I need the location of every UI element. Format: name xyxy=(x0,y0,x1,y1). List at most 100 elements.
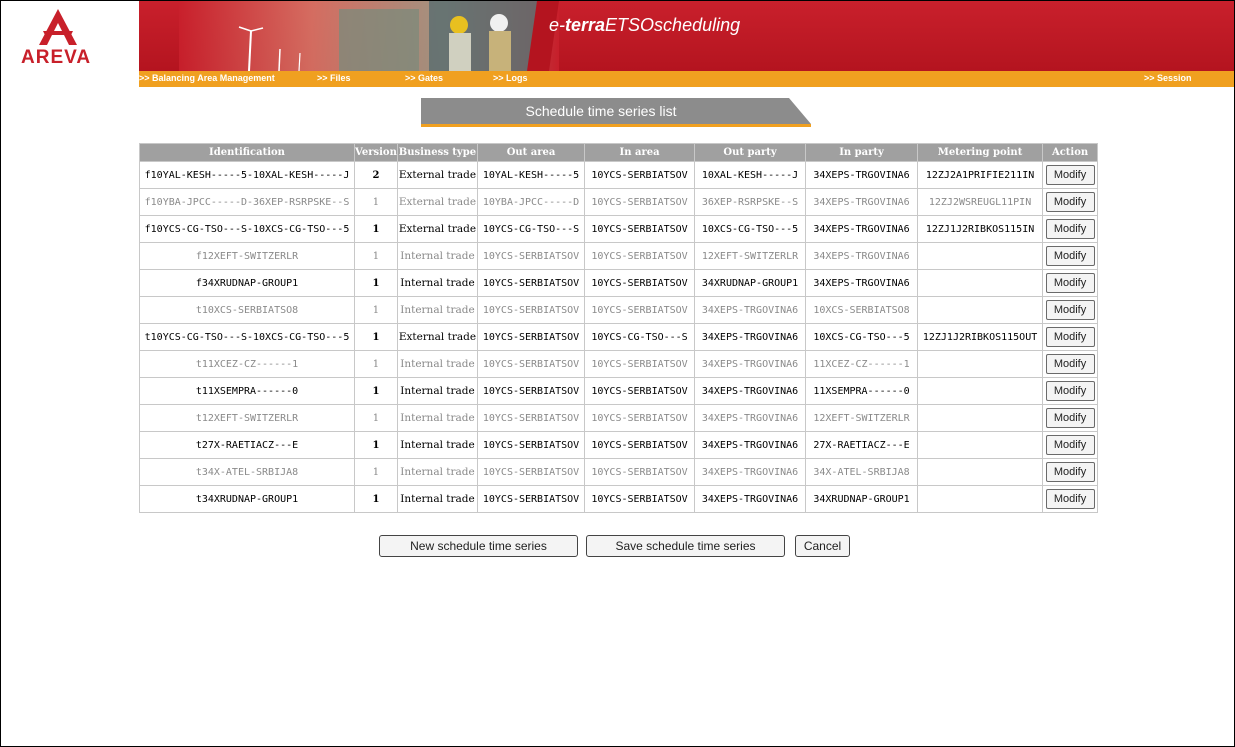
cell-identification: t34XRUDNAP-GROUP1 xyxy=(139,485,355,513)
cell-in-party: 34XEPS-TRGOVINA6 xyxy=(805,242,919,270)
cell-action: Modify xyxy=(1042,458,1099,486)
cell-out-party: 34XEPS-TRGOVINA6 xyxy=(694,377,807,405)
cell-out-party: 12XEFT-SWITZERLR xyxy=(694,242,807,270)
cell-in-party: 34XEPS-TRGOVINA6 xyxy=(805,215,919,243)
cell-out-area: 10YAL-KESH-----5 xyxy=(477,161,586,189)
cell-out-party: 36XEP-RSRPSKE--S xyxy=(694,188,807,216)
page-title: Schedule time series list xyxy=(525,103,677,119)
cell-out-party: 34XEPS-TRGOVINA6 xyxy=(694,485,807,513)
modify-button[interactable]: Modify xyxy=(1045,489,1095,509)
modify-button[interactable]: Modify xyxy=(1045,435,1095,455)
col-metering-point[interactable]: Metering point xyxy=(917,143,1044,162)
cell-metering-point xyxy=(917,242,1044,270)
cell-version: 1 xyxy=(354,215,398,243)
table-row[interactable]: t27X-RAETIACZ---E 1 Internal trade 10YCS-SE… xyxy=(139,431,1099,459)
cell-in-area: 10YCS-CG-TSO---S xyxy=(584,323,696,351)
cell-business-type: Internal trade xyxy=(396,404,479,432)
cell-in-area: 10YCS-SERBIATSOV xyxy=(584,161,696,189)
cell-identification: f10YAL-KESH-----5-10XAL-KESH-----J xyxy=(139,161,355,189)
cell-identification: f12XEFT-SWITZERLR xyxy=(139,242,355,270)
cell-identification: t12XEFT-SWITZERLR xyxy=(139,404,355,432)
modify-button[interactable]: Modify xyxy=(1045,273,1095,293)
areva-logo-icon xyxy=(39,9,77,45)
table-row[interactable]: t34X-ATEL-SRBIJA8 1 Internal trade 10YCS-SE… xyxy=(139,458,1099,486)
cell-version: 1 xyxy=(354,377,398,405)
save-schedule-button[interactable]: Save schedule time series xyxy=(586,535,785,557)
table-row[interactable]: t34XRUDNAP-GROUP1 1 Internal trade 10YCS-SE… xyxy=(139,485,1099,513)
table-row[interactable]: f10YCS-CG-TSO---S-10XCS-CG-TSO---5 1 Exter… xyxy=(139,215,1099,243)
cell-out-party: 34XEPS-TRGOVINA6 xyxy=(694,323,807,351)
cell-out-area: 10YCS-SERBIATSOV xyxy=(477,431,586,459)
cell-metering-point xyxy=(917,404,1044,432)
table-row[interactable]: t11XSEMPRA------0 1 Internal trade 10YCS-SE… xyxy=(139,377,1099,405)
col-out-party[interactable]: Out party xyxy=(694,143,807,162)
cell-in-area: 10YCS-SERBIATSOV xyxy=(584,188,696,216)
table-row[interactable]: f34XRUDNAP-GROUP1 1 Internal trade 10YCS-SE… xyxy=(139,269,1099,297)
table-row[interactable]: t10XCS-SERBIATSO8 1 Internal trade 10YCS-SE… xyxy=(139,296,1099,324)
cell-business-type: Internal trade xyxy=(396,350,479,378)
nav-logs[interactable]: >> Logs xyxy=(493,73,528,83)
col-version[interactable]: Version xyxy=(354,143,398,162)
nav-gates[interactable]: >> Gates xyxy=(405,73,443,83)
cell-in-area: 10YCS-SERBIATSOV xyxy=(584,296,696,324)
cell-out-area: 10YCS-SERBIATSOV xyxy=(477,404,586,432)
modify-button[interactable]: Modify xyxy=(1045,354,1095,374)
cell-version: 1 xyxy=(354,188,398,216)
modify-button[interactable]: Modify xyxy=(1045,192,1095,212)
cell-action: Modify xyxy=(1042,377,1099,405)
modify-button[interactable]: Modify xyxy=(1045,300,1095,320)
cell-action: Modify xyxy=(1042,215,1099,243)
cell-identification: t11XCEZ-CZ------1 xyxy=(139,350,355,378)
table-row[interactable]: f10YAL-KESH-----5-10XAL-KESH-----J 2 Exter… xyxy=(139,161,1099,189)
cell-business-type: Internal trade xyxy=(396,296,479,324)
cell-version: 1 xyxy=(354,296,398,324)
new-schedule-button[interactable]: New schedule time series xyxy=(379,535,578,557)
cell-in-party: 34XEPS-TRGOVINA6 xyxy=(805,269,919,297)
modify-button[interactable]: Modify xyxy=(1045,246,1095,266)
cell-metering-point xyxy=(917,458,1044,486)
cell-version: 1 xyxy=(354,485,398,513)
cell-business-type: Internal trade xyxy=(396,269,479,297)
cell-in-party: 34XEPS-TRGOVINA6 xyxy=(805,161,919,189)
cell-out-area: 10YCS-SERBIATSOV xyxy=(477,242,586,270)
cell-in-area: 10YCS-SERBIATSOV xyxy=(584,485,696,513)
banner-photo-icon xyxy=(179,1,559,71)
cell-in-party: 10XCS-CG-TSO---5 xyxy=(805,323,919,351)
table-row[interactable]: t10YCS-CG-TSO---S-10XCS-CG-TSO---5 1 Exter… xyxy=(139,323,1099,351)
app-brand: e-terraETSOscheduling xyxy=(549,15,741,35)
col-out-area[interactable]: Out area xyxy=(477,143,586,162)
table-row[interactable]: f12XEFT-SWITZERLR 1 Internal trade 10YCS-SE… xyxy=(139,242,1099,270)
modify-button[interactable]: Modify xyxy=(1045,327,1095,347)
modify-button[interactable]: Modify xyxy=(1045,219,1095,239)
table-header-row: Identification Version Business type Out… xyxy=(139,143,1099,162)
cell-version: 1 xyxy=(354,242,398,270)
cell-version: 1 xyxy=(354,323,398,351)
app-window: AREVA e-terraETSOscheduling >> Balancing… xyxy=(0,0,1235,747)
col-identification[interactable]: Identification xyxy=(139,143,355,162)
table-row[interactable]: f10YBA-JPCC-----D-36XEP-RSRPSKE--S 1 Exter… xyxy=(139,188,1099,216)
col-action: Action xyxy=(1042,143,1099,162)
cell-metering-point: 12ZJ1J2RIBKOS115IN xyxy=(917,215,1044,243)
nav-files[interactable]: >> Files xyxy=(317,73,351,83)
nav-session[interactable]: >> Session xyxy=(1144,73,1192,83)
table-row[interactable]: t11XCEZ-CZ------1 1 Internal trade 10YCS-SE… xyxy=(139,350,1099,378)
cell-out-area: 10YCS-SERBIATSOV xyxy=(477,485,586,513)
cell-out-party: 34XRUDNAP-GROUP1 xyxy=(694,269,807,297)
modify-button[interactable]: Modify xyxy=(1045,165,1095,185)
cell-out-area: 10YCS-SERBIATSOV xyxy=(477,296,586,324)
cell-version: 2 xyxy=(354,161,398,189)
nav-balancing-area-management[interactable]: >> Balancing Area Management xyxy=(139,73,275,83)
col-in-party[interactable]: In party xyxy=(805,143,919,162)
modify-button[interactable]: Modify xyxy=(1045,462,1095,482)
cell-out-area: 10YCS-SERBIATSOV xyxy=(477,458,586,486)
cancel-button[interactable]: Cancel xyxy=(795,535,850,557)
table-body: f10YAL-KESH-----5-10XAL-KESH-----J 2 Exter… xyxy=(139,161,1099,513)
col-in-area[interactable]: In area xyxy=(584,143,696,162)
table-row[interactable]: t12XEFT-SWITZERLR 1 Internal trade 10YCS-SE… xyxy=(139,404,1099,432)
cell-action: Modify xyxy=(1042,188,1099,216)
modify-button[interactable]: Modify xyxy=(1045,381,1095,401)
nav-bar: >> Balancing Area Management >> Files >>… xyxy=(139,71,1234,87)
col-business-type[interactable]: Business type xyxy=(396,143,479,162)
modify-button[interactable]: Modify xyxy=(1045,408,1095,428)
cell-out-party: 34XEPS-TRGOVINA6 xyxy=(694,404,807,432)
